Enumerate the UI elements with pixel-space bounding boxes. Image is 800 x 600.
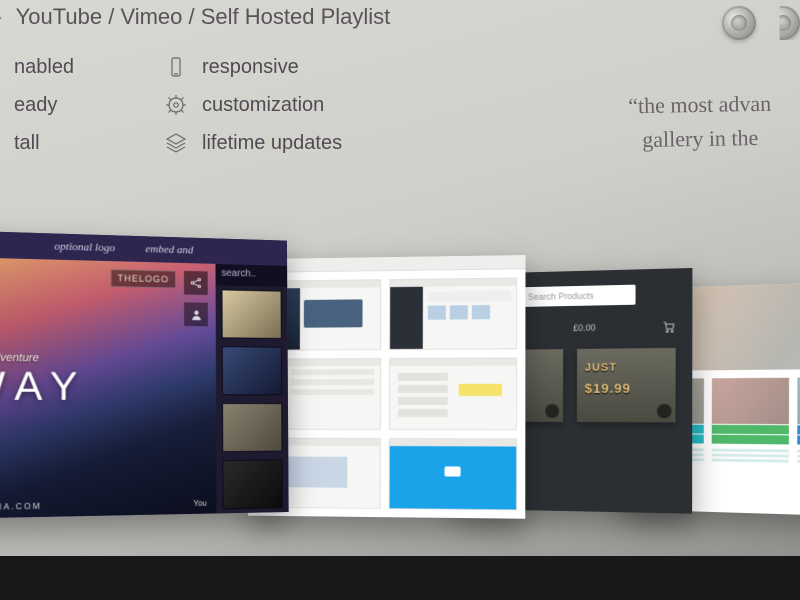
feature-label: customization [202, 94, 324, 117]
quote-line: gallery in the [570, 120, 800, 159]
annotation-embed: embed and [145, 243, 193, 256]
bottom-letterbox [0, 556, 800, 600]
user-icon [190, 308, 203, 321]
annotation-optional-logo: optional logo [54, 241, 115, 255]
feature-item: customization [164, 93, 384, 117]
feature-item: nabled [0, 55, 146, 79]
cart-icon[interactable] [661, 319, 675, 333]
video-footer-right: You [193, 499, 206, 508]
feature-item: tall [0, 131, 146, 155]
testimonial-quote: “the most advan gallery in the [569, 86, 800, 159]
device-icon [164, 55, 188, 79]
feature-label: nabled [14, 56, 74, 79]
quote-line: “the most advan [569, 86, 800, 125]
wall-tile[interactable]: JUST $19.99 [577, 348, 676, 422]
ornament-dot-icon [766, 6, 800, 40]
screenshot-tile[interactable] [389, 358, 517, 430]
showcase-panel-video-player: optional logo embed and THELOGO pse adve… [0, 230, 289, 518]
wall-search-placeholder: Search Products [528, 291, 594, 302]
video-footer-left: OMEDIA.COM [0, 502, 42, 513]
feature-label: eady [14, 94, 57, 117]
feature-label: responsive [202, 56, 299, 79]
tile-line2: $19.99 [585, 381, 631, 396]
video-area[interactable]: THELOGO pse adventure WAY OMEDIA.COM You [0, 257, 217, 519]
feature-item: lifetime updates [164, 131, 384, 155]
card-thumb [712, 378, 789, 425]
playlist-thumb[interactable] [221, 289, 281, 339]
screenshot-grid [248, 269, 526, 518]
ornament-dot-icon [722, 6, 756, 40]
gear-icon [164, 93, 188, 117]
showcase-panel-browser-grid [248, 255, 526, 519]
playlist-thumb[interactable] [222, 403, 283, 452]
screenshot-tile[interactable] [389, 278, 517, 351]
layers-icon [164, 131, 188, 155]
wall-price: £0.00 [573, 323, 596, 333]
card-lines [712, 444, 789, 468]
playlist-thumb[interactable] [222, 346, 282, 395]
card-tag [712, 425, 789, 435]
feature-label: lifetime updates [202, 132, 342, 155]
wall-search-input[interactable]: Search Products [506, 285, 635, 308]
playlist-thumb[interactable] [222, 459, 283, 509]
playlist-search-input[interactable]: search.. [215, 264, 287, 287]
tile-line1: JUST [585, 362, 617, 374]
title-fragment-right: YouTube / Vimeo / Self Hosted Playlist [16, 4, 391, 30]
user-button[interactable] [184, 302, 208, 326]
playlist-sidebar: search.. [215, 264, 288, 514]
screenshot-tile[interactable] [389, 438, 518, 511]
share-button[interactable] [184, 271, 208, 295]
feature-item: eady [0, 93, 146, 117]
feature-grid: nabled responsive eady customization tal… [0, 55, 384, 155]
product-card[interactable] [712, 378, 789, 468]
video-title: WAY [0, 364, 88, 410]
page-title: ry - YouTube / Vimeo / Self Hosted Playl… [0, 4, 390, 30]
video-logo-chip: THELOGO [110, 269, 176, 288]
showcase-stage: Search Products Video Wall £0.00 JUST $1… [0, 225, 800, 585]
title-dash: - [0, 4, 2, 30]
video-subtitle: pse adventure [0, 352, 39, 365]
share-icon [189, 276, 203, 290]
top-right-ornaments [722, 6, 800, 40]
feature-item: responsive [164, 55, 384, 79]
feature-label: tall [14, 132, 40, 155]
